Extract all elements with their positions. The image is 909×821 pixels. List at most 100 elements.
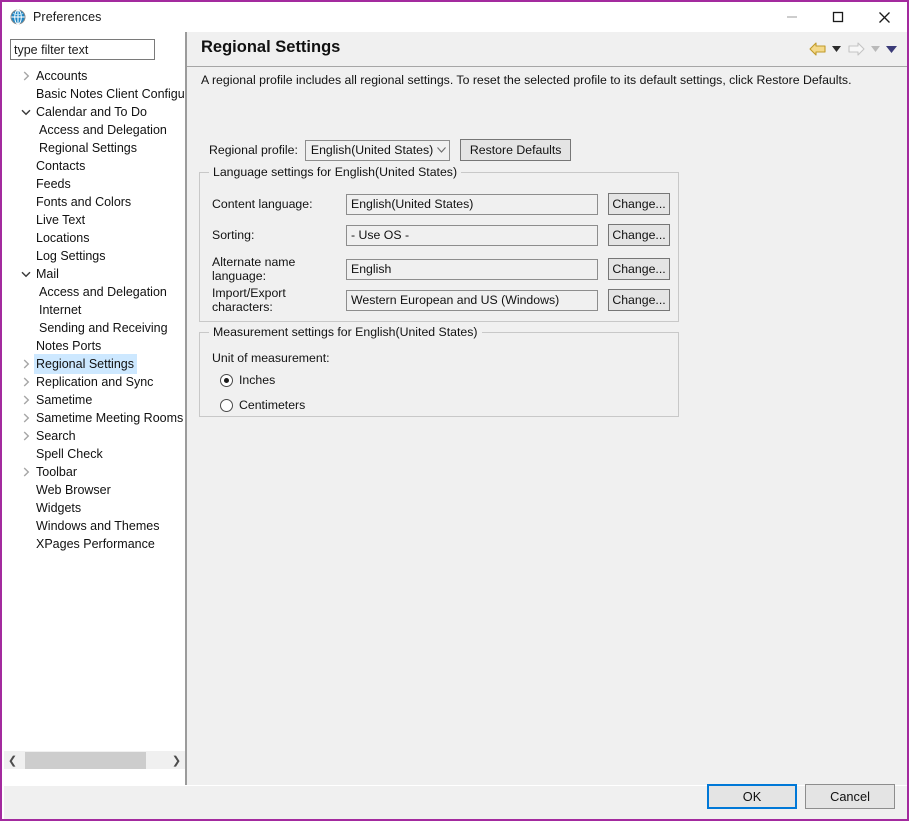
restore-defaults-button[interactable]: Restore Defaults xyxy=(459,139,572,161)
scroll-left-icon[interactable]: ❮ xyxy=(4,751,21,769)
filter-input[interactable] xyxy=(10,39,155,60)
sidebar-item-mail[interactable]: Mail xyxy=(4,265,185,283)
field-value[interactable]: Western European and US (Windows) xyxy=(346,289,598,311)
scrollbar-thumb[interactable] xyxy=(25,751,146,769)
window-title: Preferences xyxy=(33,10,102,24)
sidebar-item-log-settings[interactable]: Log Settings xyxy=(4,247,185,265)
sidebar-item-spell-check[interactable]: Spell Check xyxy=(4,445,185,463)
sidebar-item-sending-and-receiving[interactable]: Sending and Receiving xyxy=(4,319,185,337)
sidebar-item-notes-ports[interactable]: Notes Ports xyxy=(4,337,185,355)
field-label: Sorting: xyxy=(212,228,255,242)
minimize-button[interactable] xyxy=(769,2,815,32)
change-button[interactable]: Change... xyxy=(608,258,670,280)
left-pane: Accounts Basic Notes Client Configura Cale… xyxy=(4,32,185,785)
page-description: A regional profile includes all regional… xyxy=(201,73,852,87)
chevron-right-icon[interactable] xyxy=(18,431,34,441)
sidebar-item-label: Regional Settings xyxy=(34,354,137,374)
preferences-window: Preferences Accounts Basic Notes Client C… xyxy=(0,0,909,821)
radio-button[interactable] xyxy=(220,373,233,387)
sidebar-item-internet[interactable]: Internet xyxy=(4,301,185,319)
chevron-down-icon[interactable] xyxy=(18,109,34,116)
chevron-right-icon[interactable] xyxy=(18,467,34,477)
language-settings-legend: Language settings for English(United Sta… xyxy=(209,165,462,179)
sidebar-item-widgets[interactable]: Widgets xyxy=(4,499,185,517)
sidebar-item-locations[interactable]: Locations xyxy=(4,229,185,247)
unit-option-centimeters[interactable]: Centimeters xyxy=(220,398,305,412)
sidebar-item-label: Regional Settings xyxy=(39,141,137,155)
change-button[interactable]: Change... xyxy=(608,224,670,246)
sidebar-item-label: Locations xyxy=(36,231,90,245)
change-button[interactable]: Change... xyxy=(608,193,670,215)
regional-profile-label: Regional profile: xyxy=(209,143,298,157)
ok-button[interactable]: OK xyxy=(707,784,797,809)
sidebar-item-contacts[interactable]: Contacts xyxy=(4,157,185,175)
change-button[interactable]: Change... xyxy=(608,289,670,311)
radio-button[interactable] xyxy=(220,398,233,412)
back-arrow-icon[interactable] xyxy=(806,39,828,59)
regional-profile-select[interactable]: English(United States) xyxy=(304,139,450,161)
sidebar-item-label: Windows and Themes xyxy=(36,519,160,533)
close-button[interactable] xyxy=(861,2,907,32)
sidebar-item-label: Web Browser xyxy=(36,483,111,497)
sidebar-item-fonts-and-colors[interactable]: Fonts and Colors xyxy=(4,193,185,211)
language-setting-row: Import/Export characters: Western Europea… xyxy=(212,286,670,314)
cancel-button[interactable]: Cancel xyxy=(805,784,895,809)
field-label: Alternate name language: xyxy=(212,255,296,283)
sidebar-item-access-and-delegation[interactable]: Access and Delegation xyxy=(4,283,185,301)
sidebar-item-label: Contacts xyxy=(36,159,86,173)
sidebar-item-live-text[interactable]: Live Text xyxy=(4,211,185,229)
sidebar-item-search[interactable]: Search xyxy=(4,427,185,445)
sidebar-item-label: Feeds xyxy=(36,177,71,191)
sidebar-item-label: Search xyxy=(36,429,76,443)
sidebar-item-windows-and-themes[interactable]: Windows and Themes xyxy=(4,517,185,535)
sidebar-item-sametime-meeting-rooms[interactable]: Sametime Meeting Rooms xyxy=(4,409,185,427)
chevron-down-icon[interactable] xyxy=(18,271,34,278)
scroll-right-icon[interactable]: ❯ xyxy=(168,751,185,769)
sidebar-item-toolbar[interactable]: Toolbar xyxy=(4,463,185,481)
overflow-caret-down-icon[interactable] xyxy=(884,39,899,59)
page-header: Regional Settings xyxy=(187,32,907,67)
chevron-right-icon[interactable] xyxy=(18,413,34,423)
preferences-tree[interactable]: Accounts Basic Notes Client Configura Cale… xyxy=(4,67,185,750)
field-value[interactable]: English xyxy=(346,258,598,280)
chevron-right-icon[interactable] xyxy=(18,395,34,405)
sidebar-item-sametime[interactable]: Sametime xyxy=(4,391,185,409)
sidebar-item-label: Widgets xyxy=(36,501,82,515)
preferences-globe-icon xyxy=(10,9,26,25)
maximize-button[interactable] xyxy=(815,2,861,32)
chevron-down-icon xyxy=(433,147,449,153)
sidebar-item-label: XPages Performance xyxy=(36,537,155,551)
chevron-right-icon[interactable] xyxy=(18,377,34,387)
sidebar-item-web-browser[interactable]: Web Browser xyxy=(4,481,185,499)
language-setting-row: Alternate name language: English Change... xyxy=(212,255,670,283)
sidebar-item-access-and-delegation[interactable]: Access and Delegation xyxy=(4,121,185,139)
field-value[interactable]: English(United States) xyxy=(346,193,598,215)
sidebar-item-xpages-performance[interactable]: XPages Performance xyxy=(4,535,185,553)
sidebar-item-basic-notes-client-configura[interactable]: Basic Notes Client Configura xyxy=(4,85,185,103)
sidebar-item-regional-settings[interactable]: Regional Settings xyxy=(4,354,185,374)
sidebar-item-accounts[interactable]: Accounts xyxy=(4,67,185,85)
sidebar-item-replication-and-sync[interactable]: Replication and Sync xyxy=(4,373,185,391)
sidebar-item-label: Notes Ports xyxy=(36,339,102,353)
sidebar-item-label: Log Settings xyxy=(36,249,106,263)
sidebar-item-label: Spell Check xyxy=(36,447,103,461)
radio-label: Centimeters xyxy=(239,398,306,412)
chevron-right-icon[interactable] xyxy=(18,359,34,369)
regional-profile-row: Regional profile: English(United States)… xyxy=(209,139,572,161)
chevron-right-icon[interactable] xyxy=(18,71,34,81)
sidebar-horizontal-scrollbar[interactable]: ❮ ❯ xyxy=(4,750,185,769)
sidebar-item-regional-settings[interactable]: Regional Settings xyxy=(4,139,185,157)
right-pane: Regional Settings A regional profile inc… xyxy=(187,32,907,785)
unit-option-inches[interactable]: Inches xyxy=(220,373,275,387)
sidebar-item-feeds[interactable]: Feeds xyxy=(4,175,185,193)
language-setting-row: Content language: English(United States) C… xyxy=(212,193,670,215)
language-settings-group: Language settings for English(United Sta… xyxy=(199,165,679,322)
title-bar: Preferences xyxy=(2,2,907,32)
field-value[interactable]: - Use OS - xyxy=(346,224,598,246)
back-menu-caret-down-icon[interactable] xyxy=(829,39,844,59)
sidebar-item-label: Sametime xyxy=(36,393,93,407)
sidebar-item-calendar-and-to-do[interactable]: Calendar and To Do xyxy=(4,103,185,121)
language-setting-row: Sorting: - Use OS - Change... xyxy=(212,224,670,246)
sidebar-item-label: Fonts and Colors xyxy=(36,195,132,209)
sidebar-item-label: Mail xyxy=(36,267,59,281)
